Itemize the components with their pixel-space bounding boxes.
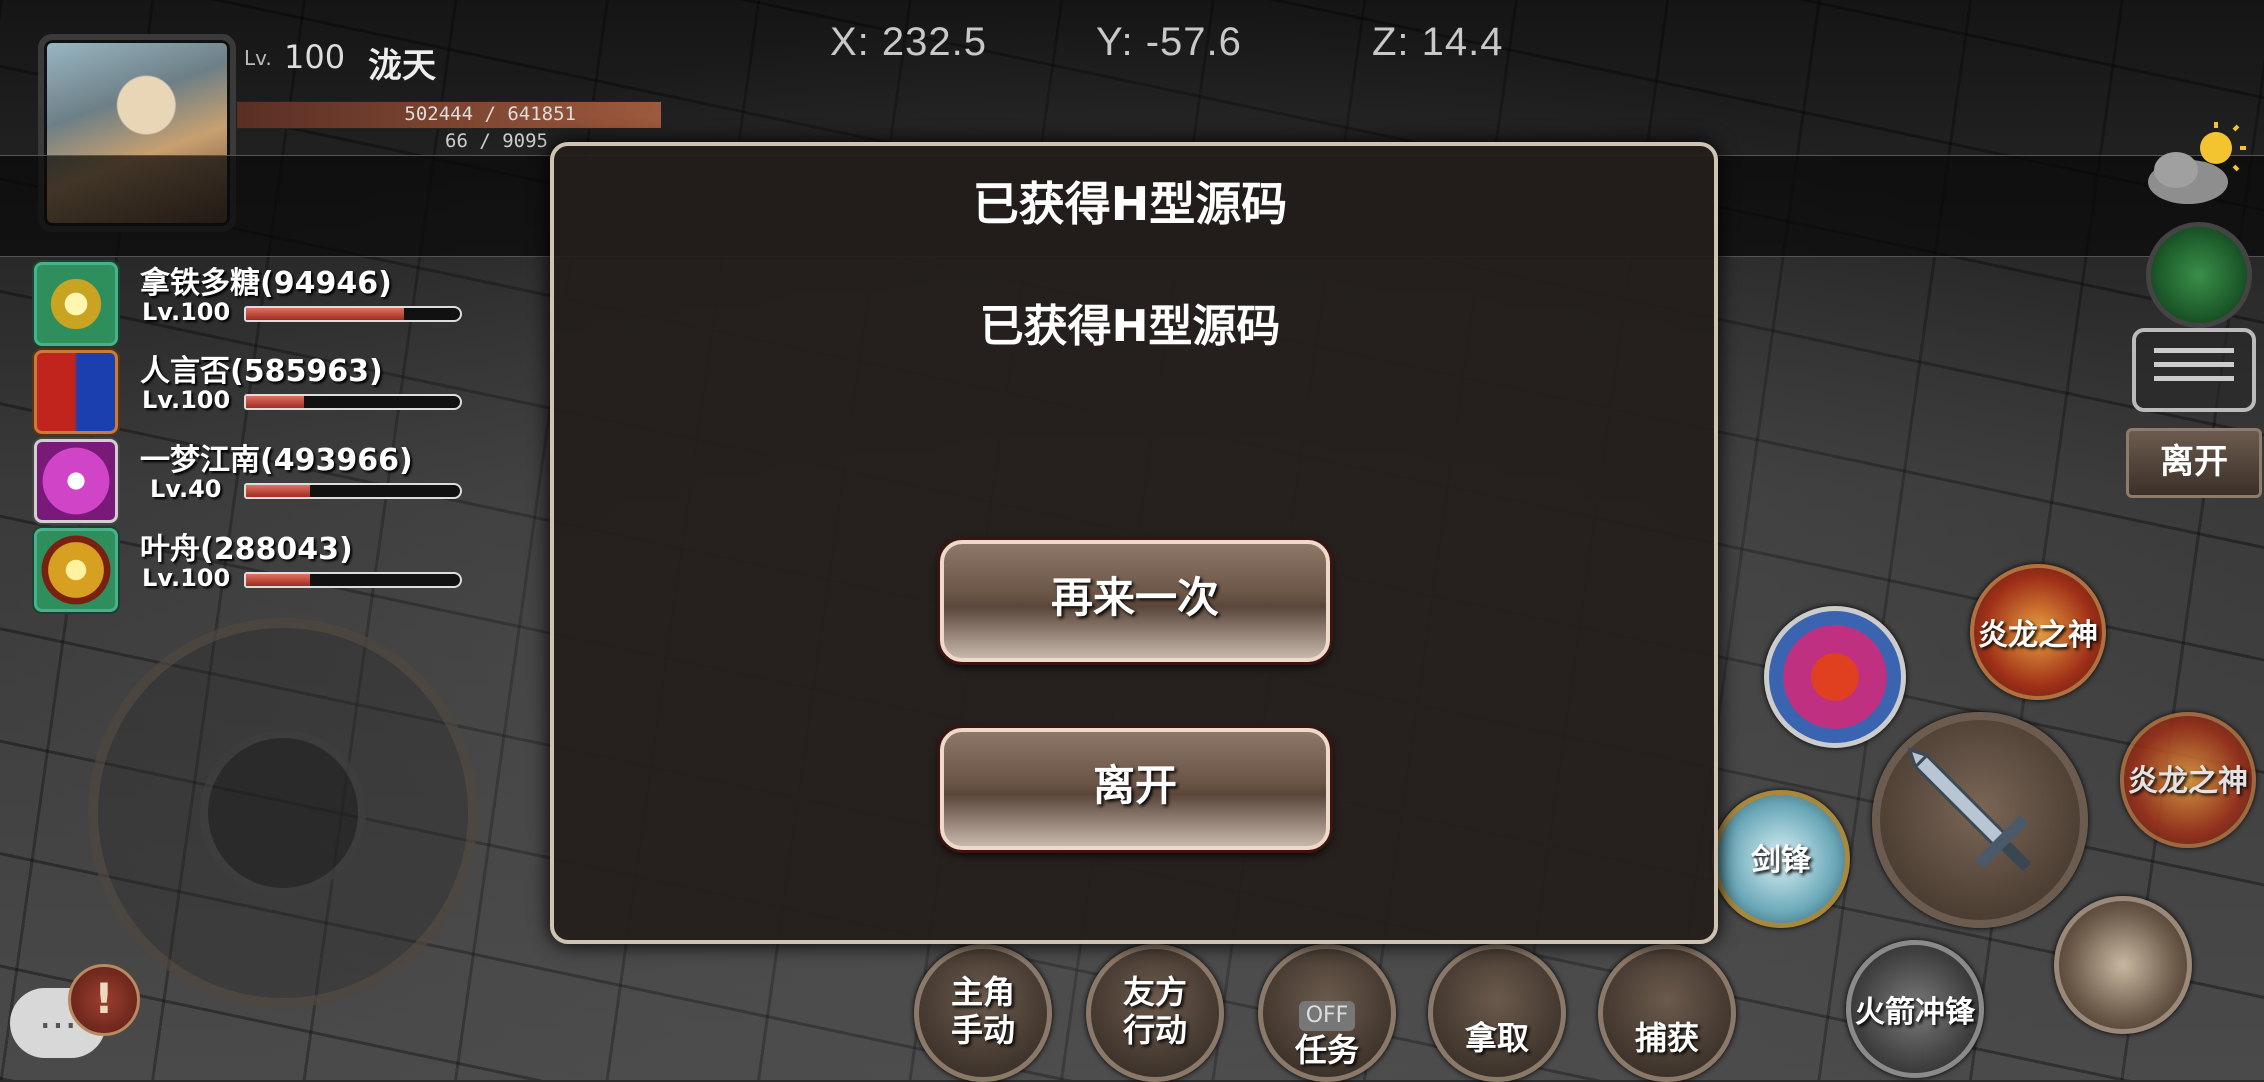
player-name: 泷天 bbox=[368, 46, 436, 86]
party-member-hp-bar bbox=[244, 483, 462, 499]
sword-icon bbox=[1907, 747, 2032, 872]
retry-button[interactable]: 再来一次 bbox=[940, 540, 1330, 662]
leader-manual-label-2: 手动 bbox=[950, 1011, 1015, 1049]
quest-off-tag: OFF bbox=[1299, 1001, 1355, 1031]
rocket-charge-skill-label: 火箭冲锋 bbox=[1855, 995, 1975, 1030]
coord-y: Y: -57.6 bbox=[1096, 20, 1242, 64]
party-member-level: Lv.40 bbox=[150, 475, 222, 503]
flame-dragon-skill-button-2[interactable]: 炎龙之神 bbox=[2120, 712, 2256, 848]
quest-button[interactable]: OFF 任务 bbox=[1258, 944, 1396, 1082]
party-member-hp-bar bbox=[244, 572, 462, 588]
coord-z: Z: 14.4 bbox=[1372, 20, 1504, 64]
class-emblem-icon bbox=[34, 439, 118, 523]
party-member-name: 叶舟(288043) bbox=[140, 532, 353, 567]
class-emblem-icon bbox=[34, 350, 118, 434]
alert-icon[interactable]: ! bbox=[68, 964, 140, 1036]
party-member-hp-bar bbox=[244, 394, 462, 410]
leader-manual-label-1: 主角 bbox=[950, 973, 1015, 1011]
weather-cloud-sun-icon bbox=[2148, 122, 2246, 204]
party-member-level: Lv.100 bbox=[142, 298, 231, 326]
capture-button[interactable]: 捕获 bbox=[1598, 944, 1736, 1082]
party-member[interactable]: 叶舟(288043) Lv.100 bbox=[28, 528, 468, 614]
dialog-message: 已获得H型源码 bbox=[979, 301, 1281, 352]
party-member-name: 拿铁多糖(94946) bbox=[140, 266, 392, 301]
party-member-hp-bar bbox=[244, 306, 462, 322]
player-mp-text: 66 / 9095 bbox=[445, 130, 548, 152]
ally-action-label-2: 行动 bbox=[1122, 1011, 1187, 1049]
flame-dragon-skill-label: 炎龙之神 bbox=[1978, 618, 2098, 653]
ally-action-label-1: 友方 bbox=[1122, 973, 1187, 1011]
attack-sword-button[interactable] bbox=[1872, 712, 2088, 928]
sword-edge-skill-label: 剑锋 bbox=[1751, 843, 1811, 878]
joystick-knob[interactable] bbox=[200, 730, 366, 896]
rocket-charge-skill-button[interactable]: 火箭冲锋 bbox=[1846, 940, 1984, 1078]
take-button[interactable]: 拿取 bbox=[1428, 944, 1566, 1082]
capture-label: 捕获 bbox=[1634, 1019, 1699, 1057]
party-member-level: Lv.100 bbox=[142, 564, 231, 592]
take-label: 拿取 bbox=[1464, 1019, 1529, 1057]
ally-action-button[interactable]: 友方 行动 bbox=[1086, 944, 1224, 1082]
party-member[interactable]: 一梦江南(493966) Lv.40 bbox=[28, 439, 468, 525]
party-member[interactable]: 人言否(585963) Lv.100 bbox=[28, 350, 468, 436]
flame-dragon-skill-label-2: 炎龙之神 bbox=[2128, 764, 2248, 799]
wing-dash-skill-icon[interactable] bbox=[2054, 896, 2192, 1034]
class-emblem-icon bbox=[34, 528, 118, 612]
party-member-name: 一梦江南(493966) bbox=[140, 443, 413, 478]
leave-button[interactable]: 离开 bbox=[940, 728, 1330, 850]
player-level: 100 bbox=[284, 38, 346, 76]
player-level-prefix: Lv. bbox=[244, 46, 272, 70]
player-hp-text: 502444 / 641851 bbox=[404, 103, 576, 125]
party-member[interactable]: 拿铁多糖(94946) Lv.100 bbox=[28, 262, 468, 348]
quest-label: 任务 bbox=[1294, 1031, 1359, 1069]
leave-dungeon-button[interactable]: 离开 bbox=[2126, 428, 2262, 498]
party-member-level: Lv.100 bbox=[142, 386, 231, 414]
class-emblem-icon bbox=[34, 262, 118, 346]
party-member-name: 人言否(585963) bbox=[140, 354, 383, 389]
coord-x: X: 232.5 bbox=[830, 20, 988, 64]
leader-manual-button[interactable]: 主角 手动 bbox=[914, 944, 1052, 1082]
message-list-icon[interactable] bbox=[2132, 328, 2256, 412]
flame-dragon-skill-button[interactable]: 炎龙之神 bbox=[1970, 564, 2106, 700]
radar-minimap[interactable] bbox=[2146, 222, 2252, 328]
dialog-title: 已获得H型源码 bbox=[972, 177, 1288, 231]
sword-edge-skill-button[interactable]: 剑锋 bbox=[1712, 790, 1850, 928]
